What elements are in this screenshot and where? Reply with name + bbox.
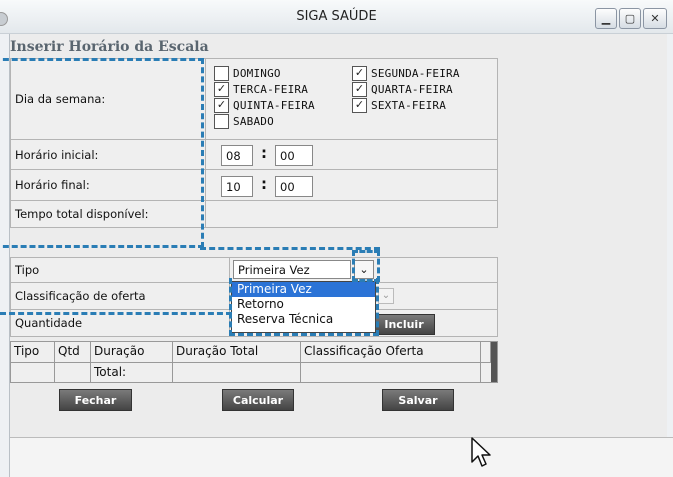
grid-header-qtd: Qtd	[55, 342, 91, 363]
time-separator: :	[261, 175, 267, 193]
window-title: SIGA SAÚDE	[296, 9, 377, 24]
fechar-button[interactable]: Fechar	[59, 389, 132, 411]
section-title: Inserir Horário da Escala	[10, 39, 209, 55]
days-checkbox-group: DOMINGO ✓ TERCA-FEIRA ✓ QUINTA-FEIRA SAB…	[205, 58, 498, 140]
day-terca[interactable]: ✓ TERCA-FEIRA	[214, 82, 308, 97]
close-icon[interactable]: ✕	[643, 8, 667, 29]
horario-final-minute-input[interactable]: 00	[275, 176, 313, 197]
grid-cell	[173, 363, 301, 382]
salvar-button[interactable]: Salvar	[382, 389, 454, 411]
highlight-connector	[0, 312, 232, 315]
horario-final-hour-input[interactable]: 10	[221, 176, 253, 197]
day-quarta[interactable]: ✓ QUARTA-FEIRA	[352, 82, 453, 97]
checkbox-sabado[interactable]	[214, 114, 229, 129]
highlight-box	[229, 278, 379, 336]
horario-inicial-hour-input[interactable]: 08	[221, 145, 253, 166]
checkbox-segunda[interactable]: ✓	[352, 66, 367, 81]
tipo-select[interactable]: Primeira Vez	[233, 260, 351, 279]
grid-cell	[301, 363, 481, 382]
classificacao-chevron-icon[interactable]: ⌄	[378, 288, 394, 304]
grid-scrollbar[interactable]	[491, 342, 497, 382]
tipo-label: Tipo	[10, 257, 230, 283]
app-window: SIGA SAÚDE ▁ ▢ ✕ Inserir Horário da Esca…	[0, 0, 673, 477]
horario-inicial-minute-input[interactable]: 00	[275, 145, 313, 166]
grid-header-tipo: Tipo	[11, 342, 55, 363]
maximize-icon[interactable]: ▢	[619, 8, 641, 29]
day-quinta[interactable]: ✓ QUINTA-FEIRA	[214, 98, 315, 113]
title-bar: SIGA SAÚDE ▁ ▢ ✕	[0, 0, 673, 34]
status-area	[10, 437, 673, 477]
results-grid: Tipo Qtd Duração Duração Total Classific…	[10, 341, 498, 383]
day-segunda[interactable]: ✓ SEGUNDA-FEIRA	[352, 66, 460, 81]
calcular-button[interactable]: Calcular	[222, 389, 294, 411]
tempo-total-value	[205, 200, 498, 228]
minimize-icon[interactable]: ▁	[595, 8, 617, 29]
grid-header-duracao-total: Duração Total	[173, 342, 301, 363]
grid-header-duracao: Duração	[91, 342, 173, 363]
grid-total-label: Total:	[91, 363, 173, 382]
checkbox-terca[interactable]: ✓	[214, 82, 229, 97]
horario-inicial-cell: 08 : 00	[205, 139, 498, 170]
checkbox-quinta[interactable]: ✓	[214, 98, 229, 113]
grid-header-spacer	[481, 342, 491, 363]
checkbox-domingo[interactable]	[214, 66, 229, 81]
mouse-pointer-icon	[471, 437, 491, 467]
incluir-button[interactable]: Incluir	[373, 314, 435, 335]
grid-cell	[11, 363, 55, 382]
horario-final-cell: 10 : 00	[205, 169, 498, 201]
time-separator: :	[261, 144, 267, 162]
day-sexta[interactable]: ✓ SEXTA-FEIRA	[352, 98, 446, 113]
classificacao-label: Classificação de oferta	[10, 282, 230, 310]
day-sabado[interactable]: SABADO	[214, 114, 274, 129]
checkbox-sexta[interactable]: ✓	[352, 98, 367, 113]
highlight-box	[0, 58, 204, 248]
checkbox-quarta[interactable]: ✓	[352, 82, 367, 97]
grid-cell	[55, 363, 91, 382]
day-domingo[interactable]: DOMINGO	[214, 66, 281, 81]
grid-header-classificacao: Classificação Oferta	[301, 342, 481, 363]
